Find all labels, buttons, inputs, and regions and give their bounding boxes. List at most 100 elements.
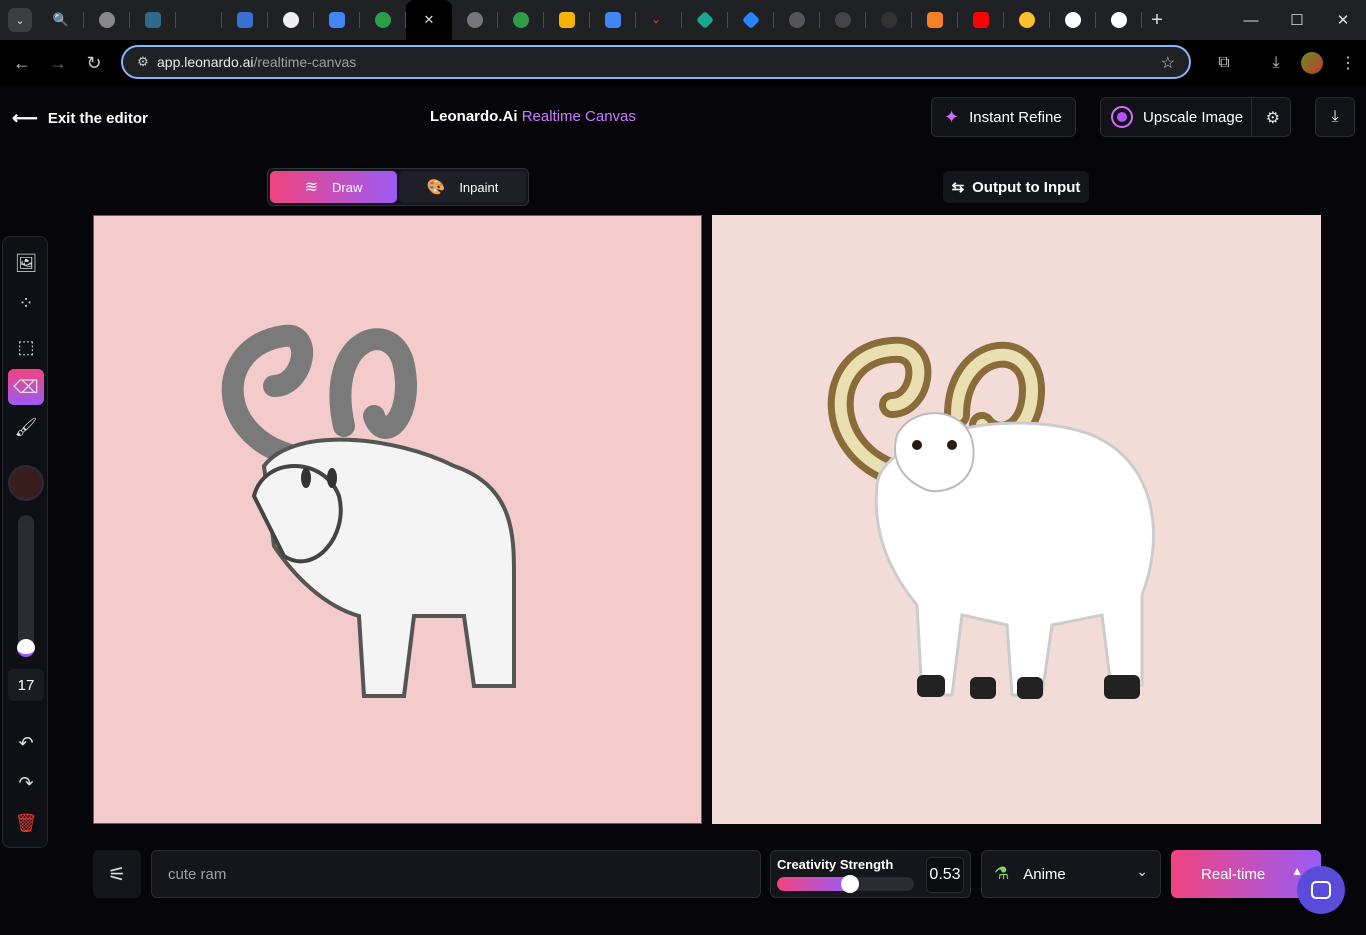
support-chat-button[interactable] (1297, 866, 1345, 914)
blank-page-icon (191, 12, 207, 28)
tab[interactable] (222, 0, 268, 40)
chat-icon (1311, 881, 1331, 899)
tab[interactable]: ⌄ (636, 0, 682, 40)
minimize-icon[interactable]: — (1228, 0, 1274, 40)
add-image-icon[interactable]: 🖼 (8, 245, 44, 281)
tab-search-menu-button[interactable]: ⌄ (8, 8, 32, 32)
creativity-strength-value[interactable]: 0.53 (926, 857, 964, 893)
extensions-icon[interactable]: ⧉ (1206, 45, 1242, 81)
tab[interactable] (1050, 0, 1096, 40)
tab[interactable] (452, 0, 498, 40)
tab[interactable] (774, 0, 820, 40)
tab-active[interactable]: ✕ (406, 0, 452, 40)
exit-label: Exit the editor (47, 110, 148, 127)
tab[interactable] (728, 0, 774, 40)
google-icon (1065, 12, 1081, 28)
output-to-input-label: Output to Input (972, 178, 1081, 196)
realtime-canvas-app: ⟵ Exit the editor Leonardo.Ai Realtime C… (0, 86, 1366, 935)
creativity-slider-thumb[interactable] (840, 875, 859, 893)
trash-icon[interactable]: 🗑 (8, 805, 44, 841)
ram-sketch-drawing (221, 324, 516, 698)
gear-icon[interactable]: ⚙ (1266, 108, 1280, 128)
style-selected-label: Anime (1023, 865, 1066, 883)
green-plus-icon (375, 12, 391, 28)
tab[interactable] (866, 0, 912, 40)
upscale-image-button[interactable]: Upscale Image ⚙ (1100, 97, 1291, 137)
github-icon (881, 12, 897, 28)
inpaint-mode-button[interactable]: 🎨 Inpaint (399, 171, 526, 203)
profile-avatar[interactable] (1301, 52, 1323, 74)
chevron-down-icon: ⌄ (1136, 863, 1148, 879)
grid-icon[interactable]: ⁘ (8, 285, 44, 321)
docs-icon (605, 12, 621, 28)
tab[interactable] (268, 0, 314, 40)
tab[interactable] (1004, 0, 1050, 40)
eraser-icon[interactable]: ⌫ (8, 369, 44, 405)
creativity-strength-label: Creativity Strength (777, 857, 894, 872)
sparkle-icon: ✦ (944, 106, 960, 127)
circle-icon (99, 12, 115, 28)
prompt-input[interactable] (151, 850, 761, 898)
maximize-icon[interactable]: ☐ (1274, 0, 1320, 40)
back-icon[interactable]: ← (4, 45, 40, 81)
forward-icon[interactable]: → (40, 45, 76, 81)
tab[interactable] (1096, 0, 1142, 40)
emoji-icon (1019, 12, 1035, 28)
tab[interactable] (958, 0, 1004, 40)
google-icon (1111, 12, 1127, 28)
palette-icon: 🎨 (426, 179, 446, 196)
brush-size-value[interactable]: 17 (8, 669, 44, 701)
tab[interactable] (84, 0, 130, 40)
tab[interactable] (130, 0, 176, 40)
redo-icon[interactable]: ↷ (8, 765, 44, 801)
url-text: app.leonardo.ai/realtime-canvas (157, 54, 357, 70)
tab[interactable] (498, 0, 544, 40)
bookmark-star-icon[interactable]: ☆ (1161, 53, 1175, 73)
select-icon[interactable]: ⬚ (8, 329, 44, 365)
undo-icon[interactable]: ↶ (8, 725, 44, 761)
input-canvas[interactable] (93, 215, 702, 824)
tab[interactable] (314, 0, 360, 40)
close-icon[interactable]: ✕ (424, 12, 435, 28)
instant-refine-button[interactable]: ✦ Instant Refine (931, 97, 1076, 137)
inpaint-label: Inpaint (459, 179, 499, 195)
exit-editor-button[interactable]: ⟵ Exit the editor (12, 108, 148, 129)
tab[interactable] (176, 0, 222, 40)
tab[interactable] (544, 0, 590, 40)
tab[interactable] (360, 0, 406, 40)
download-image-button[interactable]: ⤓ (1315, 97, 1355, 137)
reload-icon[interactable]: ↻ (76, 45, 112, 81)
youtube-icon (973, 12, 989, 28)
tab-strip: 🔍 ✕ ⌄ + (38, 0, 1172, 40)
upscale-label: Upscale Image (1143, 108, 1244, 126)
stack-icon (927, 12, 943, 28)
tab[interactable] (590, 0, 636, 40)
download-icon[interactable]: ⤓ (1258, 45, 1294, 81)
paint-brush-icon[interactable]: 🖌 (8, 409, 44, 445)
brush-size-slider[interactable] (17, 515, 35, 657)
draw-mode-button[interactable]: ≋ Draw (270, 171, 397, 203)
new-tab-button[interactable]: + (1142, 9, 1172, 32)
sliders-icon[interactable]: ⚟ (93, 850, 141, 898)
browser-tab-bar: ⌄ 🔍 ✕ ⌄ + — ☐ ✕ (0, 0, 1366, 40)
brush-size-knob[interactable] (17, 639, 35, 657)
teal-diamond-icon (695, 10, 715, 30)
swap-arrows-icon: ⇆ (951, 179, 965, 196)
book-icon (559, 12, 575, 28)
url-bar[interactable]: ⚙ app.leonardo.ai/realtime-canvas ☆ (121, 45, 1191, 79)
blue-diamond-icon (741, 10, 761, 30)
close-window-icon[interactable]: ✕ (1320, 0, 1366, 40)
site-info-icon[interactable]: ⚙ (129, 54, 157, 70)
output-to-input-button[interactable]: ⇆ Output to Input (943, 171, 1089, 203)
output-canvas (712, 215, 1321, 824)
brush-color-swatch[interactable] (8, 465, 44, 501)
tab[interactable]: 🔍 (38, 0, 84, 40)
mode-toggle: ≋ Draw 🎨 Inpaint (267, 168, 529, 206)
eye-icon (145, 12, 161, 28)
menu-kebab-icon[interactable]: ⋮ (1330, 45, 1366, 81)
b-icon (789, 12, 805, 28)
tab[interactable] (820, 0, 866, 40)
tab[interactable] (912, 0, 958, 40)
style-select[interactable]: ⚗ Anime ⌄ (981, 850, 1161, 898)
tab[interactable] (682, 0, 728, 40)
